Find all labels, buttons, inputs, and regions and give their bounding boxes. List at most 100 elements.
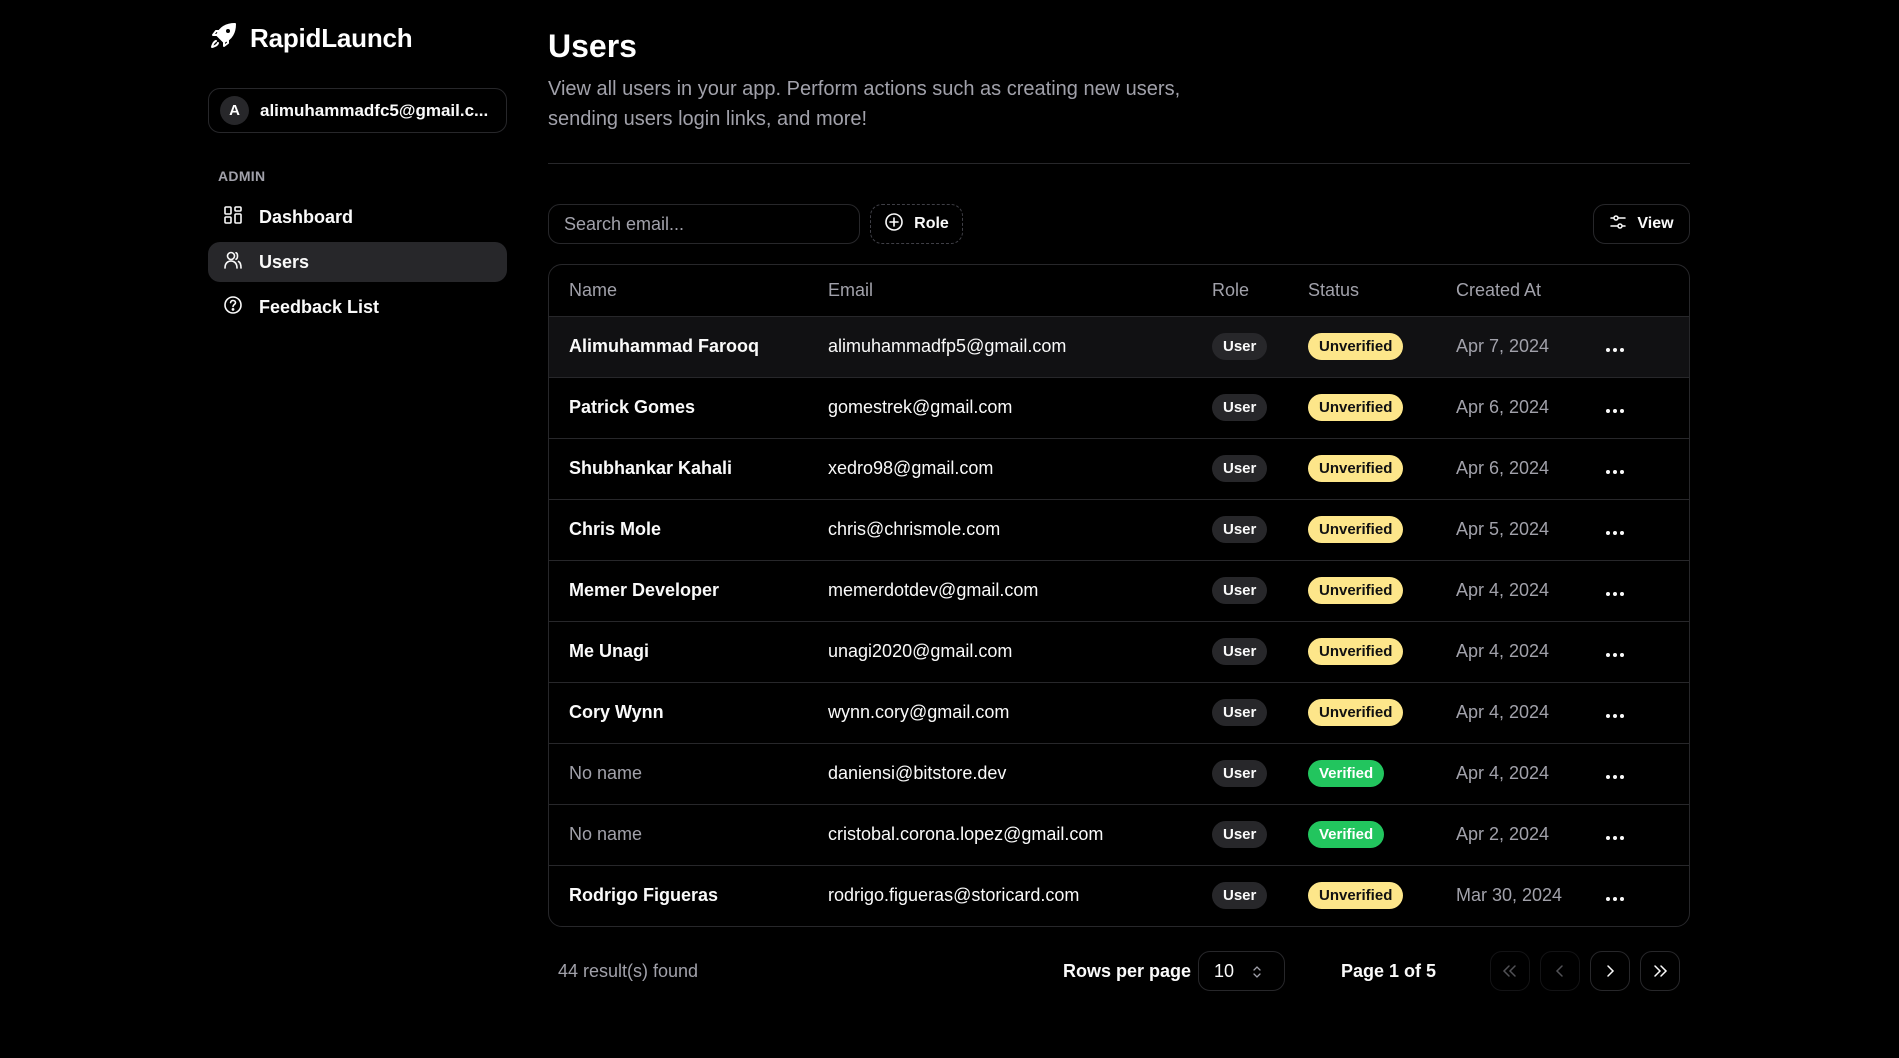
- cell-status: Verified: [1288, 804, 1436, 866]
- cell-status: Unverified: [1288, 377, 1436, 439]
- more-actions-icon[interactable]: [1600, 403, 1630, 419]
- column-header-status[interactable]: Status: [1288, 265, 1436, 317]
- cell-role: User: [1192, 316, 1288, 378]
- brand[interactable]: RapidLaunch: [208, 20, 413, 56]
- cell-name: Cory Wynn: [549, 682, 808, 744]
- cell-role: User: [1192, 438, 1288, 500]
- cell-status: Unverified: [1288, 865, 1436, 926]
- cell-name: Chris Mole: [549, 499, 808, 561]
- sidebar-item-label: Users: [259, 251, 310, 272]
- cell-created-at: Mar 30, 2024: [1456, 885, 1563, 906]
- table-row[interactable]: Memer Developer memerdotdev@gmail.com User…: [549, 560, 1689, 622]
- plus-circle-icon: [884, 212, 904, 237]
- view-options-button[interactable]: View: [1593, 204, 1690, 244]
- pagination: [1490, 951, 1680, 991]
- cell-role: User: [1192, 865, 1288, 926]
- cell-status: Unverified: [1288, 560, 1436, 622]
- cell-role: User: [1192, 804, 1288, 866]
- search-email-input[interactable]: [548, 204, 860, 244]
- rows-per-page-label: Rows per page: [1063, 961, 1192, 981]
- more-actions-icon[interactable]: [1600, 525, 1630, 541]
- status-badge: Verified: [1308, 821, 1385, 848]
- more-actions-icon[interactable]: [1600, 708, 1630, 724]
- cell-created-at: Apr 4, 2024: [1436, 743, 1596, 805]
- previous-page-button[interactable]: [1540, 951, 1580, 991]
- more-actions-icon[interactable]: [1600, 830, 1630, 846]
- table-row[interactable]: Chris Mole chris@chrismole.com User Unverif…: [549, 499, 1689, 561]
- sidebar-item-label: Feedback List: [259, 296, 380, 317]
- cell-created-at: Apr 7, 2024: [1436, 316, 1596, 378]
- last-page-button[interactable]: [1640, 951, 1680, 991]
- table-row[interactable]: Patrick Gomes gomestrek@gmail.com User Unve…: [549, 377, 1689, 439]
- table-row[interactable]: Me Unagi unagi2020@gmail.com User Unverifie…: [549, 621, 1689, 683]
- status-badge: Unverified: [1308, 516, 1404, 543]
- cell-status: Unverified: [1288, 438, 1436, 500]
- more-actions-icon[interactable]: [1600, 647, 1630, 663]
- role-badge: User: [1212, 394, 1268, 421]
- rows-per-page-select[interactable]: 10: [1198, 951, 1285, 991]
- cell-name: No name: [549, 804, 808, 866]
- first-page-button[interactable]: [1490, 951, 1530, 991]
- cell-email: alimuhammadfp5@gmail.com: [808, 316, 1192, 378]
- role-filter-button[interactable]: Role: [870, 204, 963, 244]
- cell-role: User: [1192, 743, 1288, 805]
- results-count: 44 result(s) found: [558, 961, 699, 981]
- divider: [548, 163, 1690, 164]
- more-actions-icon[interactable]: [1600, 891, 1630, 907]
- table-row[interactable]: Cory Wynn wynn.cory@gmail.com User Unverifi…: [549, 682, 1689, 744]
- role-badge: User: [1212, 760, 1268, 787]
- column-header-role[interactable]: Role: [1192, 265, 1288, 317]
- more-actions-icon[interactable]: [1600, 342, 1630, 358]
- table-row[interactable]: Shubhankar Kahali xedro98@gmail.com User Un…: [549, 438, 1689, 500]
- role-filter-label: Role: [914, 215, 949, 232]
- cell-name: Rodrigo Figueras: [569, 885, 719, 906]
- cell-name: No name: [549, 743, 808, 805]
- sidebar-item-users[interactable]: Users: [208, 242, 507, 282]
- sidebar-item-dashboard[interactable]: Dashboard: [208, 197, 507, 237]
- cell-actions: [1596, 560, 1689, 622]
- table-row[interactable]: No name cristobal.corona.lopez@gmail.com U…: [549, 804, 1689, 866]
- page-description: View all users in your app. Perform acti…: [548, 78, 1181, 130]
- role-badge: User: [1212, 638, 1268, 665]
- cell-status: Unverified: [1288, 682, 1436, 744]
- cell-status: Verified: [1288, 743, 1436, 805]
- cell-email: rodrigo.figueras@storicard.com: [828, 885, 1080, 906]
- cell-name: Alimuhammad Farooq: [549, 316, 808, 378]
- table-row[interactable]: Rodrigo Figueras rodrigo.figueras@storica…: [549, 865, 1689, 926]
- cell-email: wynn.cory@gmail.com: [808, 682, 1192, 744]
- role-badge: User: [1212, 577, 1268, 604]
- page-title: Users: [548, 28, 637, 64]
- role-badge: User: [1212, 821, 1268, 848]
- more-actions-icon[interactable]: [1600, 769, 1630, 785]
- role-badge: User: [1212, 699, 1268, 726]
- column-header-actions: [1596, 265, 1689, 317]
- column-header-created-at[interactable]: Created At: [1436, 265, 1596, 317]
- table-row[interactable]: Alimuhammad Farooq alimuhammadfp5@gmail.c…: [549, 316, 1689, 378]
- cell-actions: [1596, 377, 1689, 439]
- more-actions-icon[interactable]: [1600, 586, 1630, 602]
- rows-per-page-value: 10: [1214, 960, 1235, 981]
- table-row[interactable]: No name daniensi@bitstore.dev User Verified…: [549, 743, 1689, 805]
- column-header-name[interactable]: Name: [549, 265, 808, 317]
- status-badge: Verified: [1308, 760, 1385, 787]
- next-page-button[interactable]: [1590, 951, 1630, 991]
- cell-role: User: [1192, 499, 1288, 561]
- cell-role: User: [1192, 560, 1288, 622]
- sidebar-item-label: Dashboard: [259, 206, 354, 227]
- cell-status: Unverified: [1288, 499, 1436, 561]
- cell-created-at: Apr 4, 2024: [1436, 682, 1596, 744]
- section-label-admin: ADMIN: [218, 168, 266, 184]
- account-switcher[interactable]: A alimuhammadfc5@gmail.c...: [208, 88, 507, 133]
- status-badge: Unverified: [1308, 638, 1404, 665]
- chevrons-left-icon: [1502, 965, 1516, 977]
- sidebar-item-feedback-list[interactable]: Feedback List: [208, 287, 507, 327]
- column-header-email[interactable]: Email: [808, 265, 1192, 317]
- role-badge: User: [1212, 516, 1268, 543]
- role-badge: User: [1212, 333, 1268, 360]
- cell-actions: [1596, 743, 1689, 805]
- role-badge: User: [1212, 882, 1268, 910]
- cell-email: unagi2020@gmail.com: [808, 621, 1192, 683]
- help-circle-icon: [223, 295, 243, 320]
- more-actions-icon[interactable]: [1600, 464, 1630, 480]
- cell-actions: [1596, 316, 1689, 378]
